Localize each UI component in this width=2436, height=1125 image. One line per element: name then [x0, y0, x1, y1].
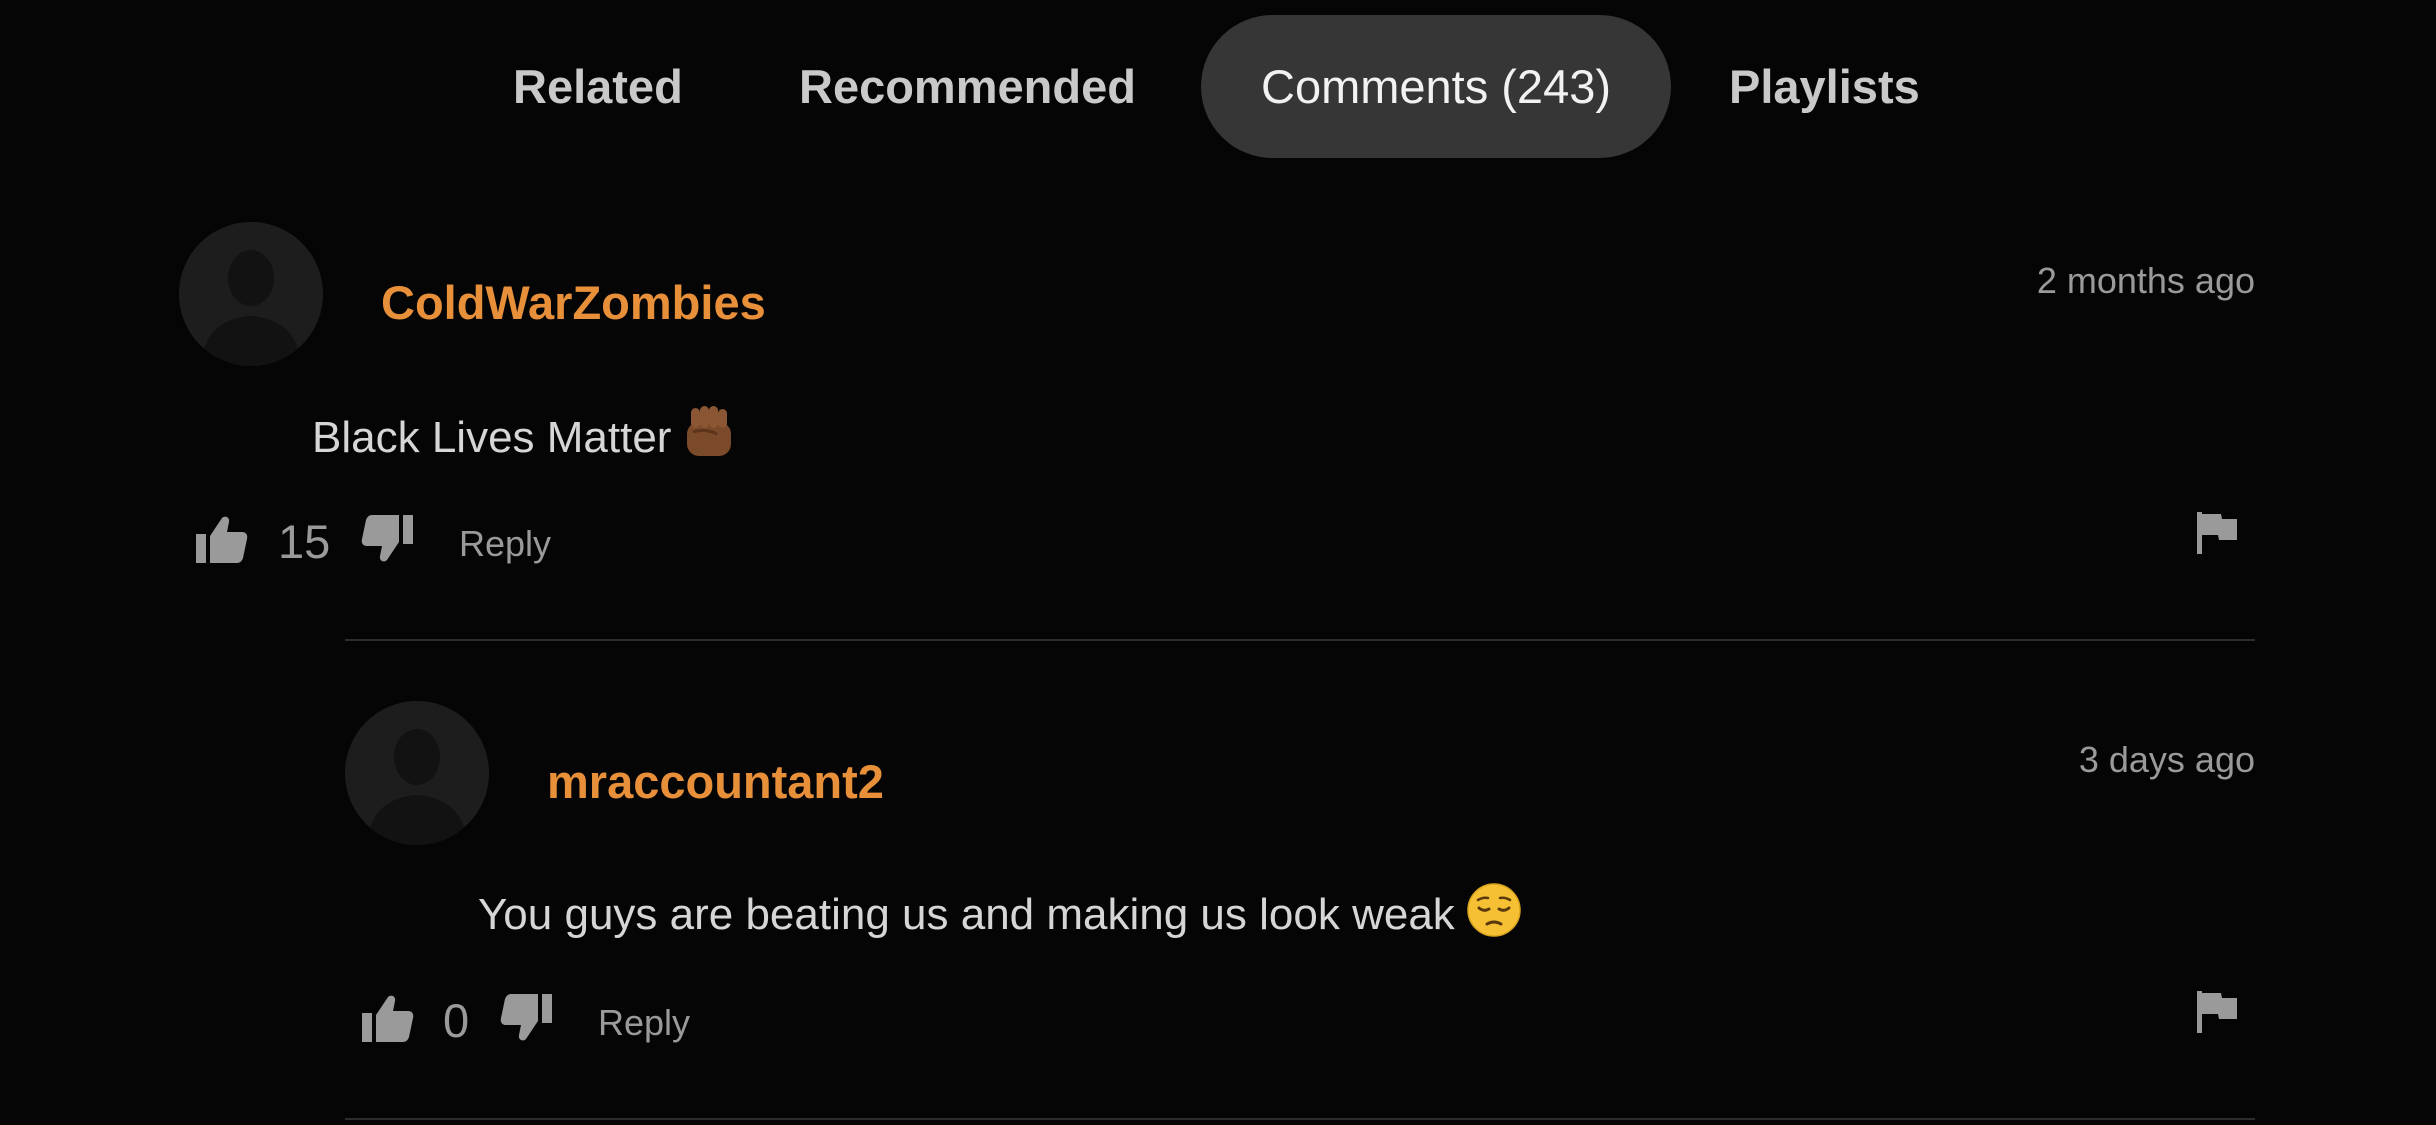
like-button[interactable]	[196, 515, 248, 568]
comment-text-content: You guys are beating us and making us lo…	[478, 890, 1455, 939]
pensive-face-emoji	[1467, 883, 1521, 948]
avatar[interactable]	[179, 222, 323, 366]
tab-bar: Related Recommended Comments (243) Playl…	[0, 15, 2436, 158]
flag-icon	[2197, 991, 2237, 1033]
like-count: 15	[278, 515, 331, 568]
divider	[345, 1118, 2255, 1120]
comment-timestamp: 3 days ago	[2078, 739, 2255, 780]
comment-username[interactable]: ColdWarZombies	[381, 275, 766, 330]
report-button[interactable]	[2197, 512, 2237, 559]
divider	[345, 639, 2255, 641]
reply-button[interactable]: Reply	[459, 523, 551, 565]
thumbs-up-icon	[362, 995, 414, 1042]
comments-page: Related Recommended Comments (243) Playl…	[0, 0, 2436, 1125]
thumbs-down-icon	[500, 994, 552, 1041]
thumbs-down-icon	[361, 515, 413, 562]
default-avatar-icon	[345, 701, 489, 845]
avatar[interactable]	[345, 701, 489, 845]
tab-comments[interactable]: Comments (243)	[1201, 15, 1671, 158]
thumbs-up-icon	[196, 516, 248, 563]
comment-username[interactable]: mraccountant2	[547, 754, 884, 809]
like-button[interactable]	[362, 994, 414, 1047]
comment-text: Black Lives Matter	[312, 404, 735, 471]
tab-recommended[interactable]: Recommended	[799, 15, 1136, 158]
reply-button[interactable]: Reply	[598, 1002, 690, 1044]
tab-related[interactable]: Related	[513, 15, 683, 158]
comment-timestamp: 2 months ago	[2036, 260, 2255, 301]
like-count: 0	[443, 994, 470, 1047]
default-avatar-icon	[179, 222, 323, 366]
dislike-button[interactable]	[500, 994, 552, 1047]
tab-playlists[interactable]: Playlists	[1729, 15, 1920, 158]
report-button[interactable]	[2197, 991, 2237, 1038]
flag-icon	[2197, 512, 2237, 554]
comment-text-content: Black Lives Matter	[312, 413, 672, 462]
dislike-button[interactable]	[361, 515, 413, 568]
raised-fist-emoji	[683, 404, 735, 471]
comment-text: You guys are beating us and making us lo…	[478, 883, 1521, 948]
